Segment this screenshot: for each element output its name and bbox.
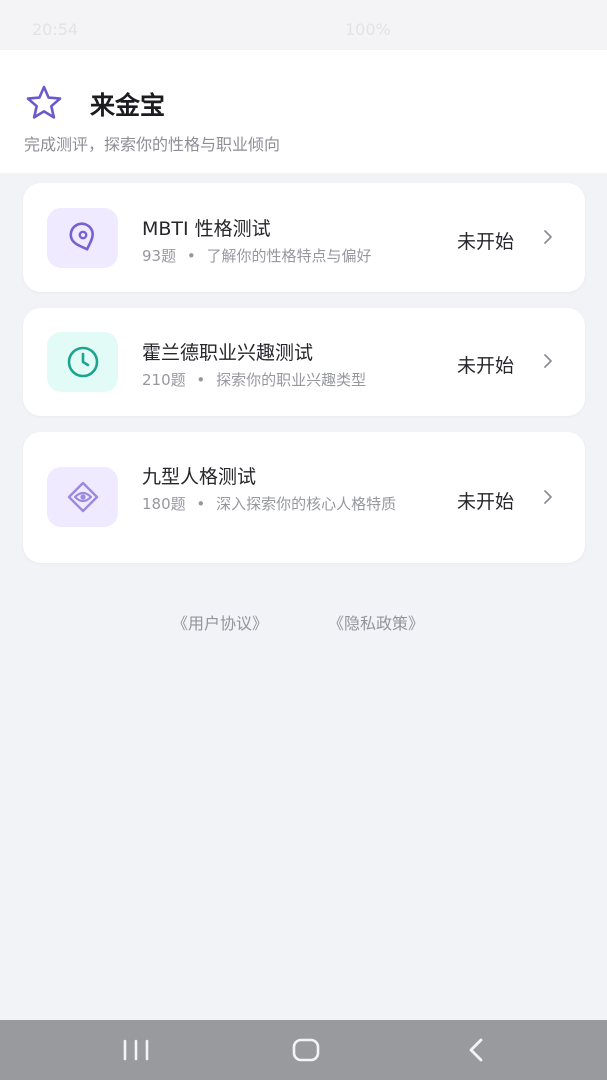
status-battery: 100% bbox=[345, 20, 391, 39]
back-icon[interactable] bbox=[456, 1034, 496, 1066]
recent-apps-icon[interactable] bbox=[116, 1034, 156, 1066]
test-name: 九型人格测试 bbox=[142, 466, 257, 488]
test-icon-box bbox=[47, 332, 118, 392]
page-title: 来金宝 bbox=[90, 91, 166, 120]
page-subtitle: 完成测评，探索你的性格与职业倾向 bbox=[24, 135, 281, 154]
test-card-holland[interactable]: 霍兰德职业兴趣测试 210题 • 探索你的职业兴趣类型 未开始 bbox=[23, 308, 585, 416]
meta-separator: • bbox=[196, 495, 206, 513]
home-icon[interactable] bbox=[286, 1034, 326, 1066]
test-status: 未开始 bbox=[457, 231, 515, 253]
test-icon-box bbox=[47, 467, 118, 527]
map-pin-icon bbox=[69, 222, 94, 251]
test-status: 未开始 bbox=[457, 491, 515, 513]
chevron-right-icon bbox=[544, 490, 552, 504]
test-meta: 210题 • 探索你的职业兴趣类型 bbox=[142, 369, 432, 392]
chevron-right-icon bbox=[544, 354, 552, 368]
test-icon-box bbox=[47, 208, 118, 268]
system-nav-bar bbox=[0, 1020, 607, 1080]
test-name: 霍兰德职业兴趣测试 bbox=[142, 342, 314, 364]
test-description: 深入探索你的核心人格特质 bbox=[216, 495, 397, 513]
chevron-right-icon bbox=[544, 230, 552, 244]
star-icon bbox=[26, 85, 62, 119]
test-description: 探索你的职业兴趣类型 bbox=[216, 371, 367, 389]
status-bar: 20:54 100% bbox=[0, 0, 607, 50]
meta-separator: • bbox=[186, 247, 196, 265]
footer-links: 《用户协议》 《隐私政策》 bbox=[0, 610, 607, 636]
test-question-count: 210题 bbox=[142, 371, 186, 389]
test-meta: 180题 • 深入探索你的核心人格特质 bbox=[142, 493, 432, 516]
status-time: 20:54 bbox=[32, 20, 79, 39]
test-card-enneagram[interactable]: 九型人格测试 180题 • 深入探索你的核心人格特质 未开始 bbox=[23, 432, 585, 563]
clock-icon bbox=[67, 346, 98, 378]
meta-separator: • bbox=[196, 371, 206, 389]
test-meta: 93题 • 了解你的性格特点与偏好 bbox=[142, 245, 432, 268]
test-status: 未开始 bbox=[457, 355, 515, 377]
header: 来金宝 完成测评，探索你的性格与职业倾向 bbox=[0, 50, 607, 173]
test-description: 了解你的性格特点与偏好 bbox=[206, 247, 372, 265]
eye-icon bbox=[67, 481, 98, 513]
test-question-count: 93题 bbox=[142, 247, 177, 265]
privacy-policy-link[interactable]: 《隐私政策》 bbox=[328, 610, 424, 634]
test-question-count: 180题 bbox=[142, 495, 186, 513]
test-name: MBTI 性格测试 bbox=[142, 218, 271, 240]
user-agreement-link[interactable]: 《用户协议》 bbox=[172, 610, 268, 634]
test-card-mbti[interactable]: MBTI 性格测试 93题 • 了解你的性格特点与偏好 未开始 bbox=[23, 183, 585, 292]
